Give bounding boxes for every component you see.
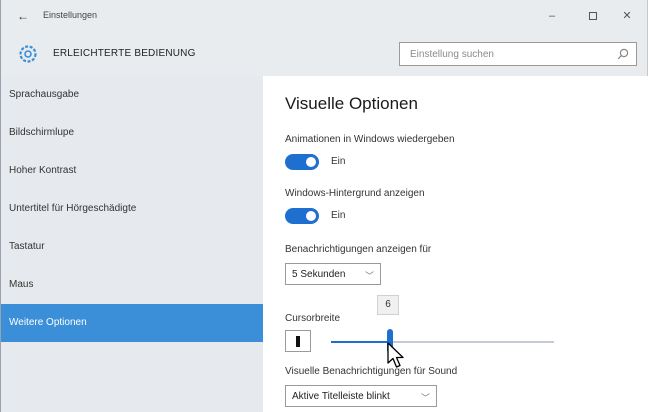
maximize-button[interactable] xyxy=(582,6,604,26)
background-state: Ein xyxy=(331,210,346,221)
cursor-width-value: 6 xyxy=(377,295,399,315)
sidebar: Sprachausgabe Bildschirmlupe Hoher Kontr… xyxy=(1,76,263,412)
slider-fill xyxy=(331,341,390,343)
sound-notifications-dropdown[interactable]: Aktive Titelleiste blinkt ﹀ xyxy=(285,385,437,407)
close-button[interactable]: ✕ xyxy=(616,6,638,26)
notifications-value: 5 Sekunden xyxy=(292,269,346,280)
animations-toggle[interactable] xyxy=(285,154,319,170)
search-placeholder: Einstellung suchen xyxy=(410,49,494,60)
section-title: ERLEICHTERTE BEDIENUNG xyxy=(53,48,196,59)
back-arrow-icon[interactable]: ← xyxy=(15,8,31,24)
toggle-knob xyxy=(306,157,316,167)
maximize-icon xyxy=(589,12,597,21)
chevron-down-icon: ﹀ xyxy=(420,393,430,403)
cursor-preview xyxy=(285,330,311,352)
toggle-knob xyxy=(306,211,316,221)
notifications-dropdown[interactable]: 5 Sekunden ﹀ xyxy=(285,263,381,285)
text-cursor-icon xyxy=(296,336,300,347)
sidebar-item-hoher-kontrast[interactable]: Hoher Kontrast xyxy=(1,152,263,190)
search-input[interactable]: Einstellung suchen xyxy=(399,42,637,66)
notifications-label: Benachrichtigungen anzeigen für xyxy=(285,244,432,255)
minimize-button[interactable]: – xyxy=(541,6,563,26)
sound-notifications-label: Visuelle Benachrichtigungen für Sound xyxy=(285,366,458,377)
sidebar-item-weitere-optionen[interactable]: Weitere Optionen xyxy=(1,304,263,342)
sidebar-item-bildschirmlupe[interactable]: Bildschirmlupe xyxy=(1,114,263,152)
mouse-pointer-icon xyxy=(387,342,404,368)
background-toggle[interactable] xyxy=(285,208,319,224)
animations-state: Ein xyxy=(331,156,346,167)
background-label: Windows-Hintergrund anzeigen xyxy=(285,188,425,199)
gear-icon xyxy=(19,45,37,63)
window-title: Einstellungen xyxy=(43,10,98,20)
chevron-down-icon: ﹀ xyxy=(364,271,374,281)
page-title: Visuelle Optionen xyxy=(285,94,418,113)
sidebar-item-maus[interactable]: Maus xyxy=(1,266,263,304)
main-content: Visuelle Optionen Animationen in Windows… xyxy=(263,76,648,412)
cursor-width-label: Cursorbreite xyxy=(285,313,341,324)
title-bar: ← Einstellungen – ✕ xyxy=(1,0,647,32)
animations-label: Animationen in Windows wiedergeben xyxy=(285,134,455,145)
sound-notifications-value: Aktive Titelleiste blinkt xyxy=(292,391,390,402)
search-icon[interactable] xyxy=(616,47,630,61)
page-header: ERLEICHTERTE BEDIENUNG Einstellung suche… xyxy=(1,32,647,76)
sidebar-item-tastatur[interactable]: Tastatur xyxy=(1,228,263,266)
sidebar-item-untertitel[interactable]: Untertitel für Hörgeschädigte xyxy=(1,190,263,228)
sidebar-item-sprachausgabe[interactable]: Sprachausgabe xyxy=(1,76,263,114)
cursor-width-slider[interactable] xyxy=(331,341,554,343)
settings-window: ← Einstellungen – ✕ ERLEICHTERTE BEDIENU… xyxy=(0,0,648,412)
